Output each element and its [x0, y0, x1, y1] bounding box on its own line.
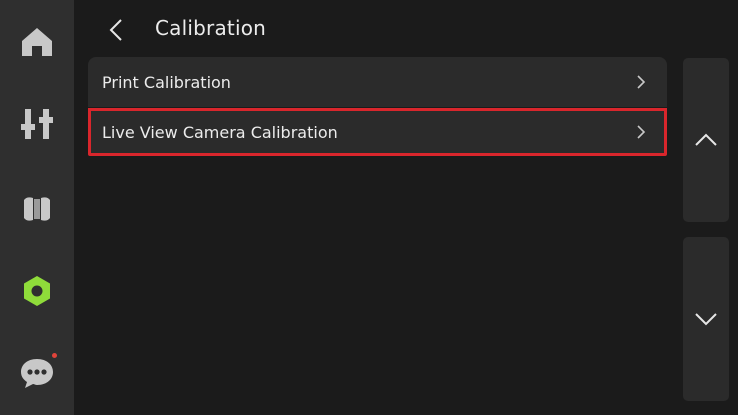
nav-controls[interactable]: [0, 94, 74, 154]
header: Calibration: [74, 0, 738, 56]
nav-filament[interactable]: [0, 178, 74, 238]
chevron-right-icon: [637, 125, 646, 139]
nav-home[interactable]: [0, 12, 74, 72]
back-button[interactable]: [100, 14, 132, 46]
chevron-left-icon: [109, 19, 122, 41]
calibration-list: Print Calibration Live View Camera Calib…: [88, 57, 667, 156]
chevron-down-icon: [695, 313, 717, 326]
scroll-up-button[interactable]: [683, 58, 729, 222]
page-title: Calibration: [155, 16, 267, 40]
chat-bubble-icon: [21, 359, 53, 388]
nav-messages[interactable]: [0, 343, 74, 403]
list-item-label: Print Calibration: [102, 72, 231, 92]
list-item-label: Live View Camera Calibration: [102, 122, 338, 142]
notification-dot: [52, 353, 57, 358]
chevron-right-icon: [637, 75, 646, 89]
nav-rail: [0, 0, 74, 415]
list-item-print-calibration[interactable]: Print Calibration: [88, 57, 667, 107]
sliders-icon: [21, 109, 53, 139]
nav-settings[interactable]: [0, 261, 74, 321]
chevron-up-icon: [695, 133, 717, 146]
screen: Calibration Print Calibration Live View …: [0, 0, 738, 415]
home-icon: [22, 28, 52, 56]
scroll-down-button[interactable]: [683, 237, 729, 401]
list-item-live-view-camera-calibration[interactable]: Live View Camera Calibration: [88, 108, 667, 156]
filament-spool-icon: [24, 197, 50, 221]
hex-nut-settings-icon: [24, 276, 50, 306]
